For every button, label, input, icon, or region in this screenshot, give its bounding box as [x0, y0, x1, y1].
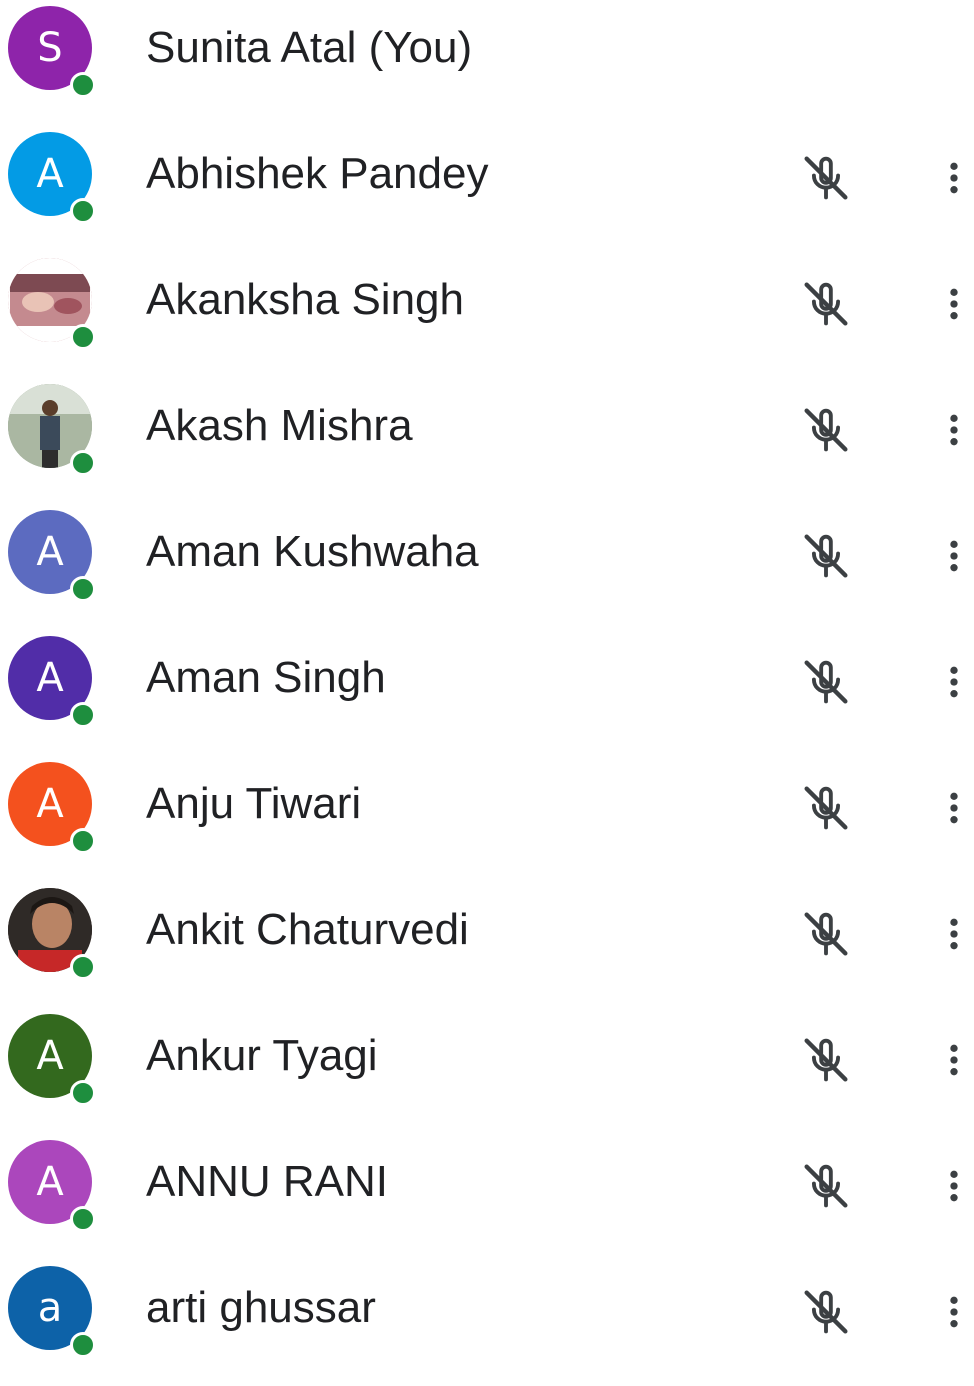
mic-off-icon[interactable]	[796, 148, 856, 208]
participant-row[interactable]: a arti ghussar	[0, 1260, 974, 1386]
participant-list: S Sunita Atal (You) A Abhishek Pandey Akanks…	[0, 0, 974, 1358]
avatar-initial-letter: A	[36, 1033, 64, 1079]
mic-off-icon[interactable]	[796, 652, 856, 712]
more-vert-icon[interactable]	[934, 274, 974, 334]
more-vert-icon[interactable]	[934, 1282, 974, 1342]
mic-off-icon[interactable]	[796, 778, 856, 838]
avatar-container: A	[8, 510, 96, 602]
online-status-icon	[70, 828, 96, 854]
participant-row[interactable]: S Sunita Atal (You)	[0, 0, 974, 126]
avatar-container	[8, 888, 96, 980]
participant-name: Anju Tiwari	[146, 779, 362, 828]
participant-row[interactable]: Ankit Chaturvedi	[0, 882, 974, 1008]
online-status-icon	[70, 1206, 96, 1232]
avatar-initial-letter: S	[37, 25, 63, 71]
avatar-container: A	[8, 762, 96, 854]
online-status-icon	[70, 1332, 96, 1358]
participant-name: Ankit Chaturvedi	[146, 905, 469, 954]
more-vert-icon[interactable]	[934, 148, 974, 208]
avatar-initial-letter: A	[36, 781, 64, 827]
avatar-initial-letter: A	[36, 529, 64, 575]
participant-name: Sunita Atal (You)	[146, 23, 473, 72]
more-vert-icon[interactable]	[934, 1156, 974, 1216]
more-vert-icon[interactable]	[934, 778, 974, 838]
avatar-initial-letter: a	[37, 1285, 63, 1331]
online-status-icon	[70, 72, 96, 98]
participant-name: Aman Kushwaha	[146, 527, 479, 576]
avatar-container: A	[8, 132, 96, 224]
more-vert-icon[interactable]	[934, 652, 974, 712]
participant-row[interactable]: Akash Mishra	[0, 378, 974, 504]
participant-row[interactable]: A Anju Tiwari	[0, 756, 974, 882]
participant-name: Akanksha Singh	[146, 275, 464, 324]
mic-off-icon[interactable]	[796, 400, 856, 460]
mic-off-icon[interactable]	[796, 904, 856, 964]
participant-name: Akash Mishra	[146, 401, 413, 450]
online-status-icon	[70, 324, 96, 350]
participant-name: ANNU RANI	[146, 1157, 389, 1206]
online-status-icon	[70, 198, 96, 224]
participant-row[interactable]: A Aman Singh	[0, 630, 974, 756]
avatar-initial-letter: A	[36, 655, 64, 701]
avatar-container: S	[8, 6, 96, 98]
participant-row[interactable]: A Aman Kushwaha	[0, 504, 974, 630]
online-status-icon	[70, 450, 96, 476]
online-status-icon	[70, 1080, 96, 1106]
mic-off-icon[interactable]	[796, 1030, 856, 1090]
participant-row[interactable]: A Abhishek Pandey	[0, 126, 974, 252]
mic-off-icon[interactable]	[796, 1156, 856, 1216]
participant-row[interactable]: A Ankur Tyagi	[0, 1008, 974, 1134]
avatar-container: A	[8, 636, 96, 728]
participant-row[interactable]: A ANNU RANI	[0, 1134, 974, 1260]
avatar-initial-letter: A	[36, 151, 64, 197]
avatar-container	[8, 258, 96, 350]
avatar-container: a	[8, 1266, 96, 1358]
more-vert-icon[interactable]	[934, 400, 974, 460]
participant-name: Aman Singh	[146, 653, 386, 702]
mic-off-icon[interactable]	[796, 274, 856, 334]
participant-row[interactable]: Akanksha Singh	[0, 252, 974, 378]
avatar-container	[8, 384, 96, 476]
mic-off-icon[interactable]	[796, 1282, 856, 1342]
avatar-container: A	[8, 1014, 96, 1106]
online-status-icon	[70, 702, 96, 728]
mic-off-icon[interactable]	[796, 526, 856, 586]
more-vert-icon[interactable]	[934, 904, 974, 964]
online-status-icon	[70, 954, 96, 980]
avatar-initial-letter: A	[36, 1159, 64, 1205]
avatar-container: A	[8, 1140, 96, 1232]
participant-name: arti ghussar	[146, 1283, 376, 1332]
participant-name: Ankur Tyagi	[146, 1031, 378, 1080]
more-vert-icon[interactable]	[934, 1030, 974, 1090]
participant-name: Abhishek Pandey	[146, 149, 489, 198]
more-vert-icon[interactable]	[934, 526, 974, 586]
online-status-icon	[70, 576, 96, 602]
